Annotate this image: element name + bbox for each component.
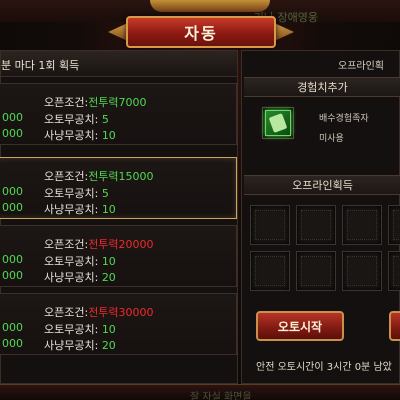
tier-row-3[interactable]: 000 000 오픈조건:전투력20000 오토무공치: 10 사냥무공치: 2… xyxy=(0,225,237,287)
acquire-slot[interactable] xyxy=(296,205,336,245)
tier-left-value: 000 xyxy=(2,185,23,198)
acquire-slot[interactable] xyxy=(250,251,290,291)
exp-section-header: 경험치추가 xyxy=(244,77,400,97)
acquire-slot[interactable] xyxy=(342,205,382,245)
open-condition-value: 전투력20000 xyxy=(88,238,154,251)
hunt-skill-value: 10 xyxy=(101,129,116,142)
offline-top-label: 오프라인획 xyxy=(338,61,384,72)
acquire-slot[interactable] xyxy=(388,251,400,291)
auto-skill-label: 오토무공치: xyxy=(44,187,99,200)
open-condition-label: 오픈조건: xyxy=(44,306,89,319)
exp-item-status: 미사용 xyxy=(319,134,344,144)
tier-row-4[interactable]: 000 000 오픈조건:전투력30000 오토무공치: 10 사냥무공치: 2… xyxy=(0,293,237,355)
acquire-slot[interactable] xyxy=(296,251,336,291)
acquire-slot[interactable] xyxy=(250,205,290,245)
tier-left-value: 000 xyxy=(2,201,23,214)
open-condition-value: 전투력15000 xyxy=(88,170,154,183)
auto-skill-value: 10 xyxy=(101,323,116,336)
hunt-skill-value: 20 xyxy=(101,271,116,284)
open-condition-label: 오픈조건: xyxy=(44,96,89,109)
auto-skill-value: 5 xyxy=(101,113,109,126)
tier-left-value: 000 xyxy=(2,111,23,124)
auto-skill-value: 5 xyxy=(101,187,109,200)
hunt-skill-label: 사냥무공치: xyxy=(44,339,99,352)
acquire-slot[interactable] xyxy=(342,251,382,291)
tier-left-value: 000 xyxy=(2,269,23,282)
tier-row-1[interactable]: 000 000 오픈조건:전투력7000 오토무공치: 5 사냥무공치: 10 xyxy=(0,83,237,145)
auto-skill-label: 오토무공치: xyxy=(44,323,99,336)
open-condition-value: 전투력7000 xyxy=(88,96,147,109)
tier-left-value: 000 xyxy=(2,127,23,140)
hunt-skill-value: 20 xyxy=(101,339,116,352)
top-ornament xyxy=(150,0,270,12)
bottom-dim-text: 잘 자실 화면을 xyxy=(190,392,252,400)
acquire-section-header: 오프라인획득 xyxy=(244,175,400,195)
auto-skill-label: 오토무공치: xyxy=(44,113,99,126)
window-title: 자동 xyxy=(184,24,218,43)
tier-left-value: 000 xyxy=(2,321,23,334)
open-condition-value: 전투력30000 xyxy=(88,306,154,319)
tier-list-panel: 분 마다 1회 획득 000 000 오픈조건:전투력7000 오토무공치: 5… xyxy=(0,50,238,384)
hunt-skill-label: 사냥무공치: xyxy=(44,271,99,284)
exp-item-slot[interactable] xyxy=(262,107,294,139)
auto-window: 기나 장애영웅 자동 분 마다 1회 획득 000 000 오픈조건:전투력70… xyxy=(0,0,400,400)
tier-left-value: 000 xyxy=(2,337,23,350)
title-bar: 자동 xyxy=(126,16,276,48)
secondary-action-button[interactable] xyxy=(389,311,400,341)
auto-skill-value: 10 xyxy=(101,255,116,268)
offline-panel: 오프라인획 경험치추가 배수경험족자 미사용 오프라인획득 오토시작 안전 오토… xyxy=(241,50,400,384)
safe-time-text: 안전 오토시간이 3시간 0분 남았 xyxy=(256,362,392,373)
bottom-decoration: 잘 자실 화면을 xyxy=(0,384,400,400)
exp-item-name: 배수경험족자 xyxy=(319,114,369,124)
acquire-slot[interactable] xyxy=(388,205,400,245)
hunt-skill-label: 사냥무공치: xyxy=(44,203,99,216)
tier-list-header: 분 마다 1회 획득 xyxy=(1,51,237,77)
auto-skill-label: 오토무공치: xyxy=(44,255,99,268)
hunt-skill-label: 사냥무공치: xyxy=(44,129,99,142)
auto-start-button[interactable]: 오토시작 xyxy=(256,311,344,341)
scroll-icon xyxy=(265,110,291,136)
hunt-skill-value: 10 xyxy=(101,203,116,216)
tier-left-value: 000 xyxy=(2,253,23,266)
tier-row-2[interactable]: 000 000 오픈조건:전투력15000 오토무공치: 5 사냥무공치: 10 xyxy=(0,157,237,219)
open-condition-label: 오픈조건: xyxy=(44,238,89,251)
open-condition-label: 오픈조건: xyxy=(44,170,89,183)
